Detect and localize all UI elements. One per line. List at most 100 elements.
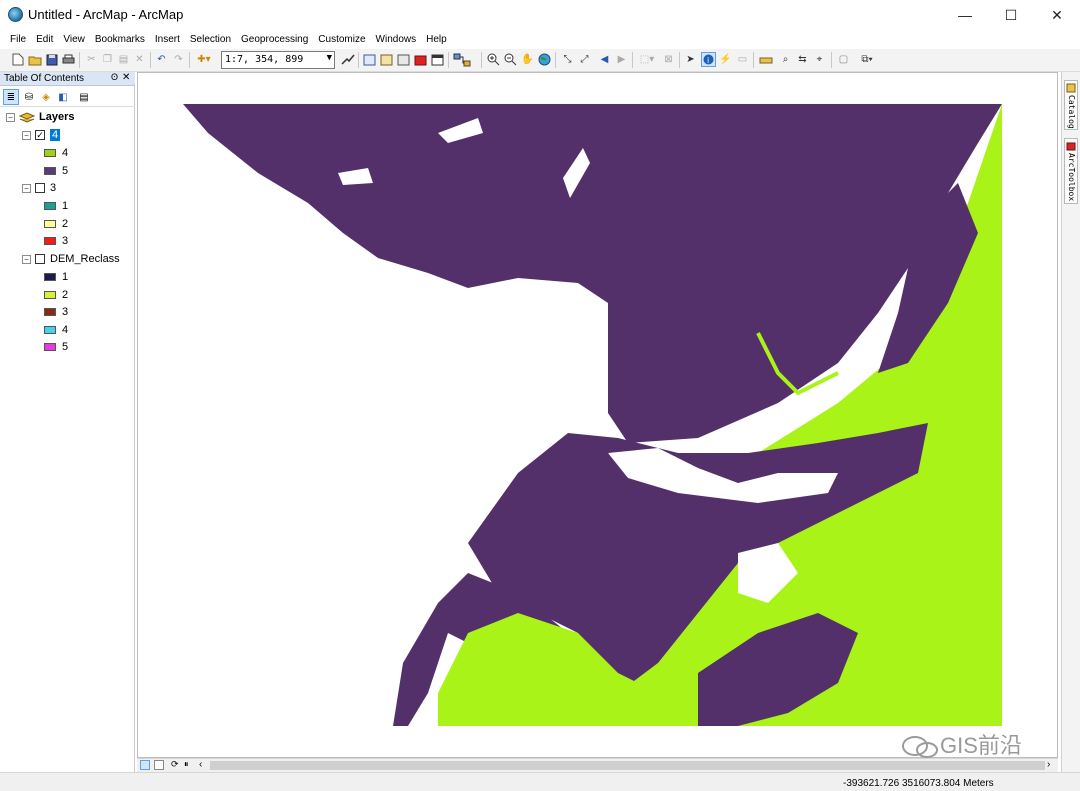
menu-bookmarks[interactable]: Bookmarks [90,34,150,45]
cut-icon[interactable]: ✂ [84,52,99,67]
legend-label: 4 [62,147,69,159]
list-by-selection-icon[interactable]: ◧ [55,89,71,105]
map-display[interactable] [137,72,1058,758]
scrollbar-thumb[interactable] [210,761,1045,770]
html-popup-icon[interactable]: ▭ [735,52,750,67]
close-toc-button[interactable]: ✕ [122,72,130,83]
menu-selection[interactable]: Selection [185,34,236,45]
toc-layer-row[interactable]: − ✓ 4 [22,127,61,143]
legend-label: 3 [62,235,69,247]
find-route-icon[interactable]: ⇆ [795,52,810,67]
measure-ruler-icon[interactable] [758,52,773,67]
menu-help[interactable]: Help [421,34,452,45]
expander-icon[interactable]: − [22,183,31,193]
print-icon[interactable] [61,52,76,67]
layer-name[interactable]: 3 [50,182,56,194]
paste-icon[interactable]: ▤ [116,52,131,67]
redo-icon[interactable]: ↷ [171,52,186,67]
editor-toolbar-icon[interactable] [340,52,355,67]
arctoolbox-tab[interactable]: ArcToolbox [1064,138,1078,204]
go-to-xy-icon[interactable]: ⌖ [812,52,827,67]
delete-icon[interactable]: ✕ [132,52,147,67]
menu-edit[interactable]: Edit [31,34,58,45]
select-features-icon[interactable]: ⬚▾ [636,52,658,67]
scroll-left-arrow-icon[interactable]: ‹ [199,759,202,770]
save-icon[interactable] [44,52,59,67]
right-dock-bar: Catalog ArcToolbox [1061,72,1080,772]
python-window-icon[interactable] [430,52,445,67]
auto-hide-pin-icon[interactable]: ʘ [111,72,118,82]
refresh-icon[interactable]: ⟳ [171,759,179,770]
modelbuilder-icon[interactable] [452,52,474,67]
toc-layer-row[interactable]: − DEM_Reclass [22,251,120,267]
legend-class-row: 5 [44,339,68,355]
menu-windows[interactable]: Windows [371,34,422,45]
chevron-down-icon[interactable]: ▼ [327,53,332,63]
menu-file[interactable]: File [5,34,31,45]
catalog-tab[interactable]: Catalog [1064,80,1078,130]
maximize-button[interactable]: ☐ [988,0,1034,30]
list-by-visibility-icon[interactable]: ◈ [38,89,54,105]
map-horizontal-scrollbar[interactable]: ⟳ ⏸ ‹ › [137,758,1058,772]
toc-options-icon[interactable]: ▤ [76,89,92,105]
expander-icon[interactable]: − [6,112,15,122]
menu-insert[interactable]: Insert [150,34,185,45]
scroll-right-arrow-icon[interactable]: › [1047,759,1050,770]
menu-view[interactable]: View [58,34,90,45]
data-frame-row[interactable]: − Layers [6,109,74,125]
fixed-zoom-in-icon[interactable]: ⤡ [560,52,575,67]
search-window-icon[interactable] [396,52,411,67]
menu-geoprocessing[interactable]: Geoprocessing [236,34,313,45]
layer-visibility-checkbox[interactable]: ✓ [35,130,45,140]
window-title: Untitled - ArcMap - ArcMap [28,7,184,22]
catalog-tab-label: Catalog [1067,95,1076,129]
raster-map[interactable] [138,73,1057,757]
layer-name[interactable]: DEM_Reclass [50,253,120,265]
layer-visibility-checkbox[interactable] [35,183,45,193]
arcmap-globe-icon [8,7,23,22]
identify-icon[interactable]: i [701,52,716,67]
zoom-in-icon[interactable] [486,52,501,67]
toc-toolbar: ≣ ⛁ ◈ ◧ ▤ [0,87,135,107]
legend-swatch [44,273,56,281]
list-by-source-icon[interactable]: ⛁ [21,89,37,105]
forward-extent-icon[interactable]: ▶ [614,52,629,67]
data-view-icon[interactable] [140,760,150,770]
expander-icon[interactable]: − [22,254,31,264]
layout-view-icon[interactable] [154,760,164,770]
zoom-out-icon[interactable] [503,52,518,67]
arctoolbox-icon[interactable] [413,52,428,67]
expander-icon[interactable]: − [22,130,31,140]
menu-customize[interactable]: Customize [313,34,370,45]
find-binoculars-icon[interactable]: ⌕ [778,52,793,67]
legend-swatch [44,343,56,351]
hyperlink-icon[interactable]: ⚡ [718,52,733,67]
copy-icon[interactable]: ❐ [100,52,115,67]
pan-hand-icon[interactable]: ✋ [520,52,535,67]
table-of-contents-icon[interactable] [362,52,377,67]
toc-layer-row[interactable]: − 3 [22,180,56,196]
full-extent-globe-icon[interactable] [537,52,552,67]
legend-class-row: 2 [44,287,68,303]
catalog-window-icon[interactable] [379,52,394,67]
toolbar-options-icon[interactable]: ⧉▾ [856,52,878,67]
back-extent-icon[interactable]: ◀ [597,52,612,67]
select-elements-arrow-icon[interactable]: ➤ [683,52,698,67]
legend-swatch [44,308,56,316]
list-by-drawing-order-icon[interactable]: ≣ [3,89,19,105]
status-bar: -393621.726 3516073.804 Meters [0,772,1080,791]
clear-selection-icon[interactable]: ⊠ [661,52,676,67]
undo-icon[interactable]: ↶ [154,52,169,67]
layer-visibility-checkbox[interactable] [35,254,45,264]
add-data-icon[interactable]: ✚▾ [193,52,215,67]
pause-drawing-icon[interactable]: ⏸ [184,759,189,770]
fixed-zoom-out-icon[interactable]: ⤢ [577,52,592,67]
map-scale-combobox[interactable]: 1:7, 354, 899 ▼ [221,51,335,69]
time-slider-icon[interactable]: ▢ [836,52,851,67]
layers-stack-icon [19,112,35,123]
layer-name[interactable]: 4 [50,129,61,141]
close-window-button[interactable]: ✕ [1034,0,1080,30]
minimize-button[interactable]: — [942,0,988,30]
open-folder-icon[interactable] [27,52,42,67]
new-document-icon[interactable] [10,52,25,67]
